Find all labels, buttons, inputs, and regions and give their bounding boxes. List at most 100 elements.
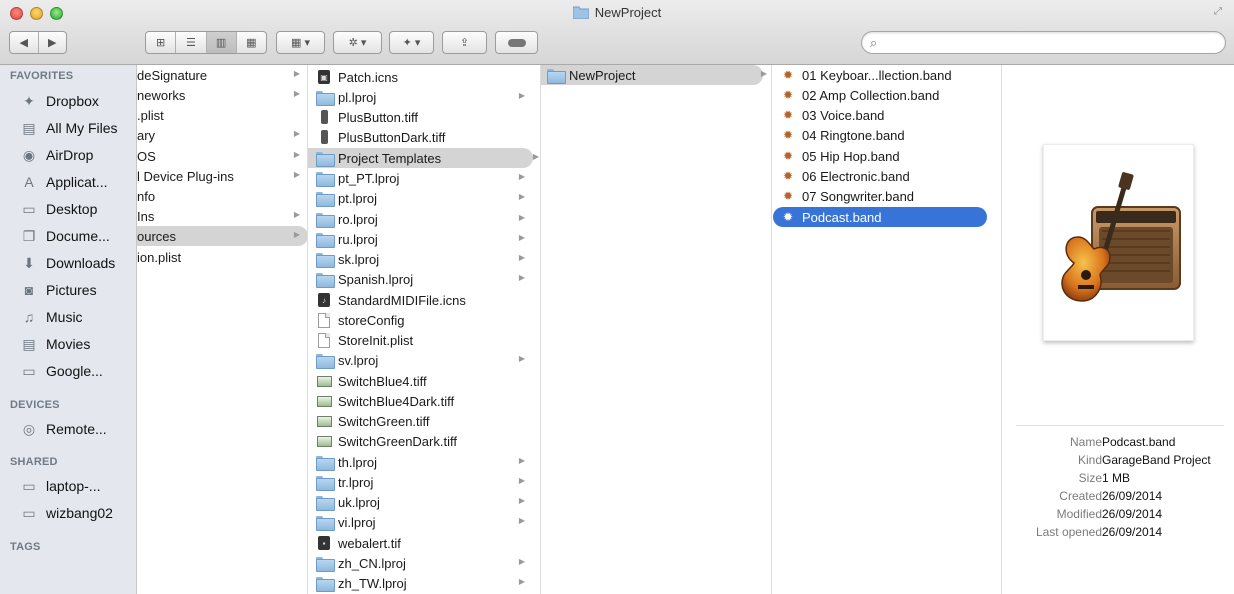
action-button[interactable]: ✲ ▾ bbox=[333, 31, 382, 54]
list-item[interactable]: SwitchBlue4Dark.tiff bbox=[316, 391, 533, 411]
sidebar-item-movies[interactable]: ▤ Movies bbox=[20, 332, 136, 356]
list-item[interactable]: SwitchBlue4.tiff bbox=[316, 371, 533, 391]
list-item[interactable]: ✹ 05 Hip Hop.band bbox=[780, 146, 990, 166]
item-label: ro.lproj bbox=[338, 211, 378, 227]
garageband-file-icon: ✹ bbox=[782, 128, 794, 142]
info-row-modified: Modified 26/09/2014 bbox=[1002, 507, 1234, 524]
fullscreen-icon[interactable]: ⤢ bbox=[1214, 6, 1226, 18]
list-item[interactable]: storeConfig bbox=[316, 310, 533, 330]
sidebar-item-label: Applicat... bbox=[46, 174, 108, 190]
folder-icon bbox=[316, 555, 335, 572]
sidebar-item-documents[interactable]: ❐ Docume... bbox=[20, 224, 136, 248]
folder-icon bbox=[316, 575, 335, 592]
list-item[interactable]: deSignature ▶ bbox=[137, 65, 307, 85]
chevron-left-icon: ◀ bbox=[19, 37, 28, 49]
item-label: pt.lproj bbox=[338, 190, 378, 206]
disclosure-arrow-icon: ▶ bbox=[518, 354, 525, 363]
list-item[interactable]: sk.lproj ▶ bbox=[316, 249, 533, 269]
list-item[interactable]: nfo bbox=[137, 186, 307, 206]
list-item[interactable]: ru.lproj ▶ bbox=[316, 229, 533, 249]
list-item[interactable]: ▣ Patch.icns bbox=[316, 67, 533, 87]
item-label: sk.lproj bbox=[338, 251, 380, 267]
list-item[interactable]: PlusButtonDark.tiff bbox=[316, 127, 533, 147]
list-item[interactable]: ion.plist bbox=[137, 247, 307, 267]
sidebar-item-downloads[interactable]: ⬇ Downloads bbox=[20, 251, 136, 275]
list-item[interactable]: PlusButton.tiff bbox=[316, 107, 533, 127]
list-item[interactable]: pl.lproj ▶ bbox=[316, 87, 533, 107]
back-button[interactable]: ◀ bbox=[10, 32, 39, 53]
file-icon: ♪ bbox=[316, 292, 332, 308]
sidebar-item-dropbox[interactable]: ✦ Dropbox bbox=[20, 89, 136, 113]
list-view-button[interactable]: ☰ bbox=[176, 32, 207, 53]
browser-column-1: deSignature ▶ neworks ▶ .plist ary ▶ OS ▶ l … bbox=[137, 65, 308, 594]
list-item[interactable]: ✹ 01 Keyboar...llection.band bbox=[780, 65, 990, 85]
arrange-button[interactable]: ▦ ▾ bbox=[276, 31, 325, 54]
list-item-selected[interactable]: NewProject ▶ bbox=[541, 65, 767, 85]
list-item[interactable]: ✹ 06 Electronic.band bbox=[780, 166, 990, 186]
item-label: 02 Amp Collection.band bbox=[802, 87, 940, 103]
sidebar-item-airdrop[interactable]: ◉ AirDrop bbox=[20, 143, 136, 167]
icon-view-button[interactable]: ⊞ bbox=[146, 32, 177, 53]
item-label: 07 Songwriter.band bbox=[802, 188, 915, 204]
list-item[interactable]: ▪ webalert.tif bbox=[316, 533, 533, 553]
folder-icon bbox=[316, 271, 335, 288]
sidebar-item-google[interactable]: ▭ Google... bbox=[20, 359, 136, 383]
disclosure-arrow-icon: ▶ bbox=[518, 577, 525, 586]
info-row-size: Size 1 MB bbox=[1002, 471, 1234, 488]
sidebar-item-applications[interactable]: A Applicat... bbox=[20, 170, 136, 194]
list-item[interactable]: Ins ▶ bbox=[137, 206, 307, 226]
list-item[interactable]: ro.lproj ▶ bbox=[316, 209, 533, 229]
list-item[interactable]: l Device Plug-ins ▶ bbox=[137, 166, 307, 186]
list-item[interactable]: vi.lproj ▶ bbox=[316, 512, 533, 532]
list-item[interactable]: pt_PT.lproj ▶ bbox=[316, 168, 533, 188]
list-item[interactable]: SwitchGreen.tiff bbox=[316, 411, 533, 431]
list-item[interactable]: zh_TW.lproj ▶ bbox=[316, 573, 533, 593]
list-item[interactable]: neworks ▶ bbox=[137, 85, 307, 105]
item-label: l Device Plug-ins bbox=[137, 168, 234, 184]
sidebar-item-label: Google... bbox=[46, 363, 103, 379]
list-item[interactable]: ♪ StandardMIDIFile.icns bbox=[316, 290, 533, 310]
folder-icon bbox=[316, 211, 335, 228]
list-item[interactable]: OS ▶ bbox=[137, 146, 307, 166]
sidebar-item-wizbang02[interactable]: ▭ wizbang02 bbox=[20, 501, 136, 525]
sidebar-item-music[interactable]: ♫ Music bbox=[20, 305, 136, 329]
disclosure-arrow-icon: ▶ bbox=[293, 210, 300, 219]
column-view-button[interactable]: ▥ bbox=[206, 32, 237, 53]
sidebar-item-pictures[interactable]: ◙ Pictures bbox=[20, 278, 136, 302]
list-item[interactable]: ✹ 02 Amp Collection.band bbox=[780, 85, 990, 105]
list-item[interactable]: tr.lproj ▶ bbox=[316, 472, 533, 492]
share-button[interactable]: ⇪ bbox=[442, 31, 487, 54]
list-item[interactable]: ✹ 04 Ringtone.band bbox=[780, 125, 990, 145]
forward-button[interactable]: ▶ bbox=[39, 32, 67, 53]
search-input[interactable] bbox=[886, 34, 1216, 51]
list-item[interactable]: ✹ 03 Voice.band bbox=[780, 105, 990, 125]
list-item[interactable]: StoreInit.plist bbox=[316, 330, 533, 350]
tags-button[interactable] bbox=[495, 31, 538, 54]
list-item[interactable]: SwitchGreenDark.tiff bbox=[316, 431, 533, 451]
list-item[interactable]: pt.lproj ▶ bbox=[316, 188, 533, 208]
sidebar-item-desktop[interactable]: ▭ Desktop bbox=[20, 197, 136, 221]
item-label: NewProject bbox=[569, 67, 636, 83]
coverflow-view-button[interactable]: ▦ bbox=[237, 32, 266, 53]
list-item[interactable]: uk.lproj ▶ bbox=[316, 492, 533, 512]
list-item[interactable]: th.lproj ▶ bbox=[316, 452, 533, 472]
sidebar-item-laptop[interactable]: ▭ laptop-... bbox=[20, 474, 136, 498]
list-item[interactable]: sv.lproj ▶ bbox=[316, 350, 533, 370]
item-label: 05 Hip Hop.band bbox=[802, 148, 900, 164]
list-item[interactable]: Spanish.lproj ▶ bbox=[316, 269, 533, 289]
sidebar-item-all-my-files[interactable]: ▤ All My Files bbox=[20, 116, 136, 140]
sidebar-item-remote-disc[interactable]: ◎ Remote... bbox=[20, 417, 136, 441]
search-field[interactable]: ⌕ bbox=[861, 31, 1226, 54]
list-item[interactable]: zh_CN.lproj ▶ bbox=[316, 553, 533, 573]
list-item[interactable]: ✹ 07 Songwriter.band bbox=[780, 186, 990, 206]
dropbox-button[interactable]: ✦ ▾ bbox=[389, 31, 434, 54]
list-item[interactable]: .plist bbox=[137, 105, 307, 125]
list-item-selected[interactable]: Project Templates ▶ bbox=[308, 148, 539, 168]
list-item-selected[interactable]: ✹ Podcast.band bbox=[773, 207, 987, 227]
list-item-selected[interactable]: ources ▶ bbox=[137, 226, 307, 246]
movies-icon: ▤ bbox=[22, 335, 36, 352]
window-title: NewProject bbox=[0, 5, 1234, 22]
desktop-icon: ▭ bbox=[22, 200, 36, 217]
folder-icon bbox=[316, 514, 335, 531]
list-item[interactable]: ary ▶ bbox=[137, 125, 307, 145]
